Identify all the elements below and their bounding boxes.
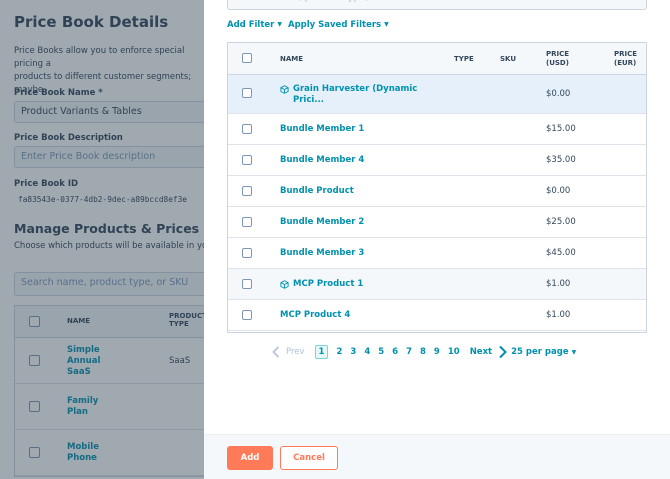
product-name: Bundle Member 1 <box>280 124 365 134</box>
page-button[interactable]: 7 <box>406 347 412 357</box>
page-button[interactable]: 8 <box>420 347 426 357</box>
select-all-checkbox[interactable] <box>242 53 252 63</box>
product-name: Grain Harvester (Dynamic Prici... <box>293 84 418 105</box>
per-page-label: 25 per page <box>511 347 569 357</box>
price-usd-cell: $1.00 <box>546 310 571 320</box>
page-button[interactable]: 2 <box>336 347 342 357</box>
apply-saved-filters-button[interactable]: Apply Saved Filters ▼ <box>288 20 389 30</box>
row-checkbox[interactable] <box>242 155 252 165</box>
chevron-right-icon[interactable] <box>498 345 508 359</box>
panel-footer: Add Cancel <box>204 434 670 479</box>
page-button-current[interactable]: 1 <box>314 345 329 359</box>
caret-down-icon: ▼ <box>384 21 389 28</box>
page-button[interactable]: 3 <box>350 347 356 357</box>
caret-down-icon: ▼ <box>277 21 282 28</box>
chevron-left-icon <box>272 346 280 358</box>
product-name: Bundle Member 4 <box>280 155 365 165</box>
cube-icon <box>280 280 289 289</box>
page-button[interactable]: 6 <box>392 347 398 357</box>
column-header-price-usd[interactable]: PRICE (USD) <box>546 50 569 68</box>
apply-saved-filters-label: Apply Saved Filters <box>288 20 382 30</box>
column-header-sku[interactable]: SKU <box>500 55 516 64</box>
pagination: Prev 1 2 3 4 5 6 7 8 9 10 Next 25 per pa… <box>272 343 576 361</box>
price-usd-cell: $15.00 <box>546 124 576 134</box>
row-checkbox[interactable] <box>242 217 252 227</box>
product-link[interactable]: Grain Harvester (Dynamic Prici... <box>280 84 418 106</box>
product-link[interactable]: Bundle Member 1 <box>280 124 364 135</box>
table-row[interactable]: MCP Product 1 $1.00 <box>228 269 646 300</box>
page-button[interactable]: 10 <box>448 347 460 357</box>
table-row[interactable]: Bundle Product $0.00 <box>228 176 646 207</box>
price-usd-cell: $25.00 <box>546 217 576 227</box>
column-header-type[interactable]: TYPE <box>454 55 474 64</box>
product-name: Bundle Member 3 <box>280 248 365 258</box>
cancel-button[interactable]: Cancel <box>280 446 338 470</box>
caret-down-icon: ▼ <box>571 349 577 356</box>
add-filter-label: Add Filter <box>227 20 275 30</box>
row-checkbox[interactable] <box>242 88 252 98</box>
column-header-price-usd-line: (USD) <box>546 59 569 67</box>
column-header-price-eur-line: (EUR) <box>614 59 637 67</box>
product-link[interactable]: Bundle Member 4 <box>280 155 364 166</box>
table-row[interactable]: Grain Harvester (Dynamic Prici... $0.00 <box>228 75 646 114</box>
price-usd-cell: $0.00 <box>546 89 571 99</box>
table-row[interactable]: MCP Product 4 $1.00 <box>228 300 646 331</box>
add-products-panel: Search name, product type, or SKU Add Fi… <box>204 0 670 479</box>
row-checkbox[interactable] <box>242 124 252 134</box>
product-link[interactable]: MCP Product 4 <box>280 310 350 321</box>
table-header: NAME TYPE SKU PRICE (USD) PRICE (EUR) <box>228 43 646 75</box>
column-header-price-usd-line: PRICE <box>546 50 570 58</box>
row-checkbox[interactable] <box>242 310 252 320</box>
panel-search-input[interactable]: Search name, product type, or SKU <box>227 0 647 10</box>
product-name: Bundle Member 2 <box>280 217 365 227</box>
table-row[interactable]: Bundle Member 3 $45.00 <box>228 238 646 269</box>
table-row[interactable]: Bundle Member 4 $35.00 <box>228 145 646 176</box>
filter-bar: Add Filter ▼ Apply Saved Filters ▼ <box>227 20 389 30</box>
column-header-name[interactable]: NAME <box>280 55 303 64</box>
page-button[interactable]: 9 <box>434 347 440 357</box>
product-name: MCP Product 4 <box>280 310 351 320</box>
products-table: NAME TYPE SKU PRICE (USD) PRICE (EUR) Gr… <box>227 42 647 333</box>
prev-page-button[interactable]: Prev <box>286 347 305 357</box>
product-name: MCP Product 1 <box>293 279 364 289</box>
product-link[interactable]: Bundle Member 3 <box>280 248 364 259</box>
product-link[interactable]: Bundle Product <box>280 186 354 197</box>
page-button[interactable]: 4 <box>364 347 370 357</box>
product-link[interactable]: Bundle Member 2 <box>280 217 364 228</box>
column-header-price-eur[interactable]: PRICE (EUR) <box>614 50 637 68</box>
add-filter-button[interactable]: Add Filter ▼ <box>227 20 282 30</box>
per-page-dropdown[interactable]: 25 per page ▼ <box>511 347 576 357</box>
price-usd-cell: $0.00 <box>546 186 571 196</box>
price-usd-cell: $35.00 <box>546 155 576 165</box>
add-button[interactable]: Add <box>227 446 273 470</box>
row-checkbox[interactable] <box>242 279 252 289</box>
row-checkbox[interactable] <box>242 248 252 258</box>
product-link[interactable]: MCP Product 1 <box>280 279 363 290</box>
price-usd-cell: $45.00 <box>546 248 576 258</box>
price-usd-cell: $1.00 <box>546 279 571 289</box>
product-name: Bundle Product <box>280 186 354 196</box>
cube-icon <box>280 85 289 94</box>
row-checkbox[interactable] <box>242 186 252 196</box>
page-button[interactable]: 5 <box>378 347 384 357</box>
next-page-button[interactable]: Next <box>470 347 492 357</box>
table-row[interactable]: Bundle Member 2 $25.00 <box>228 207 646 238</box>
table-row[interactable]: Bundle Member 1 $15.00 <box>228 114 646 145</box>
column-header-price-eur-line: PRICE <box>614 50 638 58</box>
